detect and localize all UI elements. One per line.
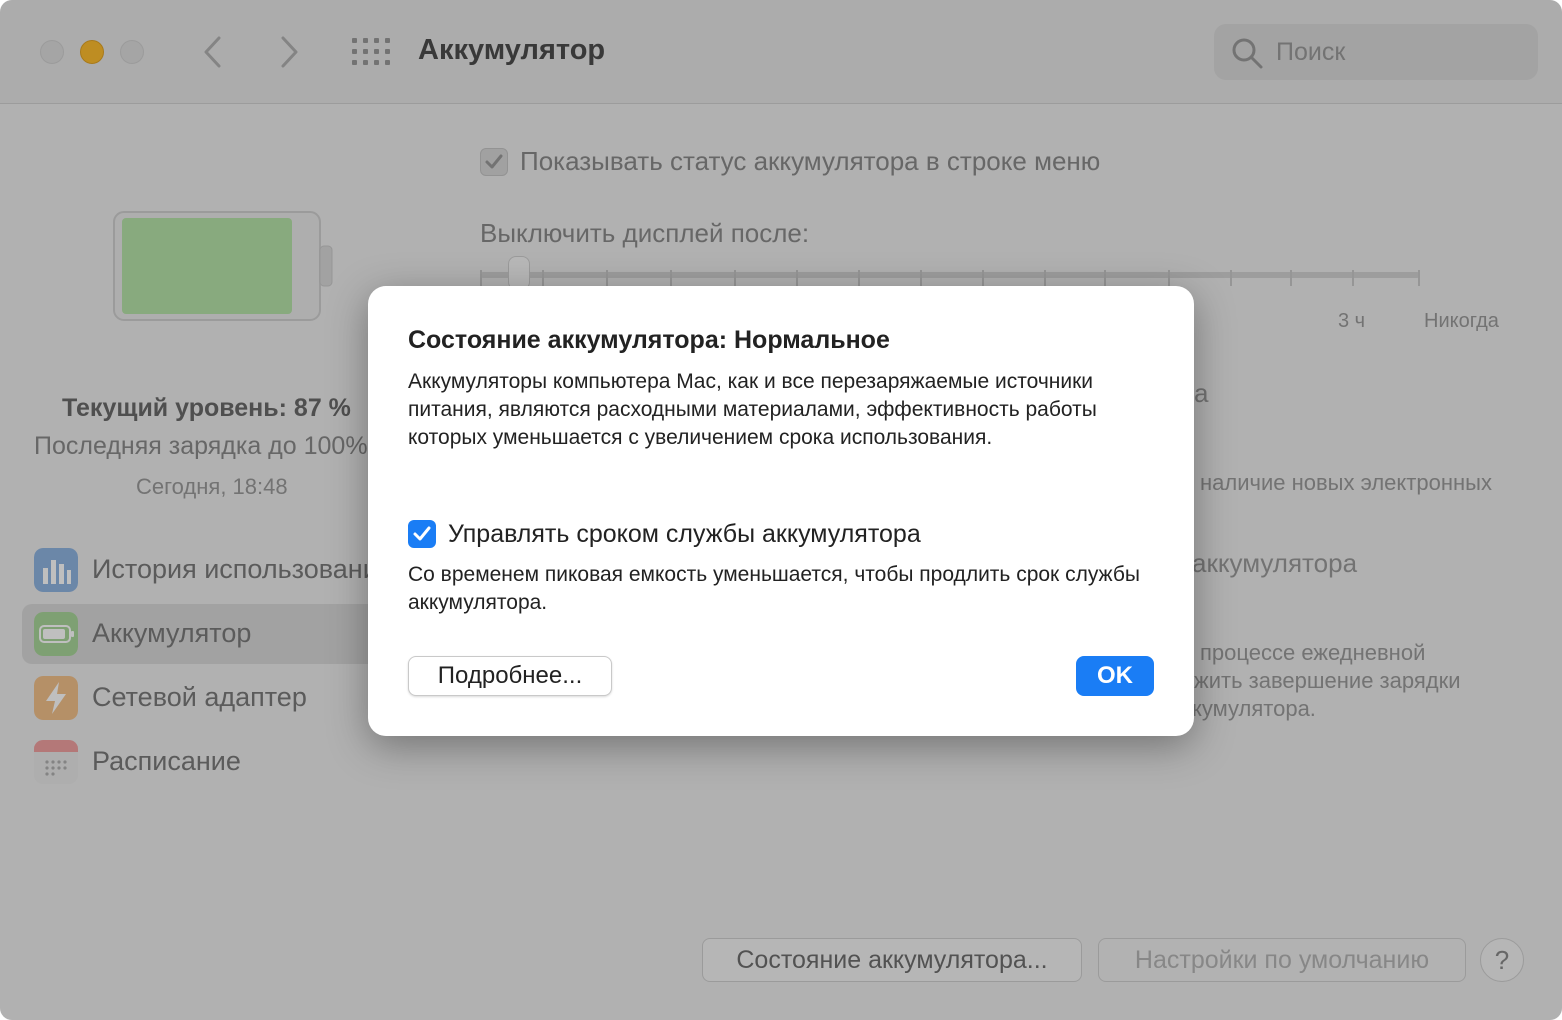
slider-tick	[734, 270, 736, 286]
chevron-right-icon	[281, 36, 298, 68]
slider-tick	[1418, 270, 1420, 286]
battery-level-graphic	[113, 211, 333, 321]
slider-tick	[920, 270, 922, 286]
slider-tick	[606, 270, 608, 286]
battery-icon	[34, 612, 78, 656]
background-text: а	[1194, 378, 1209, 408]
sidebar-item-label: Расписание	[92, 746, 241, 776]
back-button[interactable]	[194, 32, 234, 72]
checkmark-icon	[413, 526, 431, 541]
slider-tick	[542, 270, 544, 286]
dialog-body: Аккумуляторы компьютера Mac, как и все п…	[408, 370, 1097, 449]
search-placeholder: Поиск	[1276, 38, 1346, 66]
sidebar-item-label: История использования	[92, 554, 393, 584]
background-text: кумулятора.	[1192, 696, 1316, 721]
search-field[interactable]: Поиск	[1214, 24, 1538, 80]
sidebar-item-usage-history[interactable]: История использования	[22, 540, 392, 600]
slider-tick	[796, 270, 798, 286]
last-charge: Последняя зарядка до 100%	[34, 432, 368, 460]
slider-tick	[982, 270, 984, 286]
help-button[interactable]: ?	[1480, 938, 1524, 982]
battery-health-dialog: Состояние аккумулятора: Нормальное Аккум…	[368, 286, 1194, 736]
background-text: наличие новых электронных	[1200, 470, 1492, 495]
slider-tick	[858, 270, 860, 286]
slider-tick	[1290, 270, 1292, 286]
ok-button[interactable]: OK	[1076, 656, 1154, 696]
sidebar-item-battery[interactable]: Аккумулятор	[22, 604, 382, 664]
charge-time: Сегодня, 18:48	[136, 474, 288, 499]
slider-tick	[670, 270, 672, 286]
minimize-window-button[interactable]	[80, 40, 104, 64]
show-status-label: Показывать статус аккумулятора в строке …	[520, 146, 1101, 176]
close-window-button[interactable]	[40, 40, 64, 64]
slider-tick	[1044, 270, 1046, 286]
show-status-checkbox[interactable]	[480, 148, 508, 176]
manage-battery-checkbox[interactable]	[408, 520, 436, 548]
slider-tick	[1352, 270, 1354, 286]
sidebar-item-power-adapter[interactable]: Сетевой адаптер	[22, 668, 382, 728]
sidebar-item-label: Аккумулятор	[92, 618, 252, 648]
window-title: Аккумулятор	[418, 34, 606, 66]
slider-tick	[1230, 270, 1232, 286]
restore-defaults-button[interactable]: Настройки по умолчанию	[1098, 938, 1466, 982]
slider-tick	[1104, 270, 1106, 286]
slider-tick	[1168, 270, 1170, 286]
background-text: аккумулятора	[1192, 548, 1358, 578]
slider-tick	[480, 270, 482, 286]
usage-history-icon	[34, 548, 78, 592]
show-all-grid-icon[interactable]	[352, 38, 390, 66]
tick-label-3h: 3 ч	[1338, 310, 1366, 332]
battery-health-button[interactable]: Состояние аккумулятора...	[702, 938, 1082, 982]
preferences-window: Аккумулятор Поиск Текущий уровень: 87 % …	[0, 0, 1562, 1020]
chevron-left-icon	[204, 36, 221, 68]
zoom-window-button[interactable]	[120, 40, 144, 64]
tick-label-never: Никогда	[1424, 310, 1499, 332]
manage-battery-label[interactable]: Управлять сроком службы аккумулятора	[448, 520, 921, 549]
display-off-label: Выключить дисплей после:	[480, 218, 810, 248]
current-level: Текущий уровень: 87 %	[62, 394, 351, 422]
slider-knob[interactable]	[508, 256, 530, 290]
sidebar-item-label: Сетевой адаптер	[92, 682, 307, 712]
sidebar-item-schedule[interactable]: Расписание	[22, 732, 382, 792]
background-text: жить завершение зарядки	[1194, 668, 1461, 693]
calendar-icon	[34, 740, 78, 784]
manage-battery-description: Со временем пиковая емкость уменьшается,…	[408, 563, 1140, 614]
dialog-title: Состояние аккумулятора: Нормальное	[408, 326, 890, 354]
lightning-icon	[34, 676, 78, 720]
display-off-slider[interactable]	[480, 272, 1420, 278]
forward-button[interactable]	[268, 32, 308, 72]
search-icon	[1232, 38, 1263, 69]
checkmark-icon	[485, 154, 503, 169]
background-text: процессе ежедневной	[1200, 640, 1426, 665]
learn-more-button[interactable]: Подробнее...	[408, 656, 612, 696]
title-bar: Аккумулятор Поиск	[0, 0, 1562, 104]
